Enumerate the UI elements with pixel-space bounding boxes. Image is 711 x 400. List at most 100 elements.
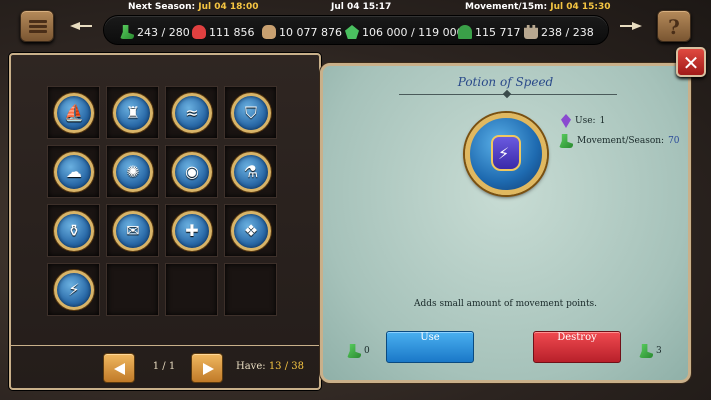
arrow-right-icon bbox=[620, 22, 642, 30]
resource-hats[interactable]: 115 717 bbox=[458, 24, 521, 40]
resource-value: 238 / 238 bbox=[541, 25, 594, 39]
item-count: Have: 13 / 38 bbox=[236, 361, 304, 372]
help-button[interactable]: ? bbox=[657, 10, 691, 42]
use-cost: 0 bbox=[347, 344, 370, 358]
potion-of-speed-item-icon: ⚡ bbox=[54, 270, 94, 310]
resource-value: 106 000 / 119 000 bbox=[362, 25, 464, 39]
armor-item-icon: ♜ bbox=[113, 93, 153, 133]
item-glyph: ⚱ bbox=[67, 221, 81, 240]
close-icon: ✕ bbox=[682, 51, 700, 75]
green-potion-item-icon: ⚗ bbox=[231, 152, 271, 192]
item-detail-panel: Potion of Speed ⚡ Use: 1 Movement/Season… bbox=[320, 63, 691, 383]
resource-boots[interactable]: 243 / 280 bbox=[120, 24, 190, 40]
title-ornament bbox=[502, 89, 512, 99]
resource-castles[interactable]: 238 / 238 bbox=[524, 24, 594, 40]
use-value: 1 bbox=[599, 116, 606, 126]
inventory-slot[interactable]: ⛉ bbox=[224, 86, 277, 139]
cloth-item-icon: ❖ bbox=[231, 211, 271, 251]
hat-icon bbox=[458, 25, 472, 39]
destroy-gain: 3 bbox=[639, 344, 662, 358]
use-label: Use: bbox=[575, 116, 596, 126]
inventory-slot[interactable]: ≈ bbox=[165, 86, 218, 139]
inventory-slot[interactable]: ⚗ bbox=[224, 145, 277, 198]
inventory-slot[interactable]: ✉ bbox=[106, 204, 159, 257]
panel-divider bbox=[11, 345, 319, 346]
item-glyph: ❖ bbox=[243, 221, 259, 240]
time-row: Next Season: Jul 04 18:00 Jul 04 15:17 M… bbox=[100, 2, 611, 14]
have-label: Have: bbox=[236, 361, 266, 372]
next-season: Next Season: Jul 04 18:00 bbox=[128, 2, 259, 12]
resource-bar: 243 / 280 111 856 10 077 876 106 000 / 1… bbox=[103, 15, 609, 45]
inventory-slot[interactable] bbox=[106, 263, 159, 316]
potion-of-speed-icon: ⚡ bbox=[465, 113, 547, 195]
arrow-left-icon bbox=[114, 363, 125, 375]
hamburger-icon bbox=[29, 20, 47, 34]
resource-gold[interactable]: 10 077 876 bbox=[262, 24, 342, 40]
current-time: Jul 04 15:17 bbox=[331, 2, 392, 12]
movement-season-value: 70 bbox=[668, 136, 680, 146]
resource-value: 243 / 280 bbox=[137, 25, 190, 39]
use-button[interactable]: Use bbox=[386, 331, 474, 363]
item-glyph: ⚡ bbox=[68, 280, 80, 299]
use-cost-value: 0 bbox=[364, 346, 370, 356]
brown-potion-item-icon: ⚱ bbox=[54, 211, 94, 251]
boot-icon bbox=[120, 25, 134, 39]
item-glyph: ≈ bbox=[185, 103, 199, 122]
destroy-gain-value: 3 bbox=[656, 346, 662, 356]
next-season-label: Next Season: bbox=[128, 2, 196, 12]
prev-page-button[interactable] bbox=[103, 353, 135, 383]
resource-hearts[interactable]: 111 856 bbox=[192, 24, 255, 40]
movement-season-label: Movement/Season: bbox=[577, 136, 665, 146]
help-icon: ? bbox=[668, 15, 680, 39]
movement-stat: Movement/Season: 70 bbox=[559, 134, 680, 148]
inventory-slot[interactable] bbox=[165, 263, 218, 316]
close-button[interactable]: ✕ bbox=[676, 47, 706, 77]
inventory-slot[interactable]: ❖ bbox=[224, 204, 277, 257]
arrow-right-icon bbox=[203, 363, 214, 375]
next-season-time: Jul 04 18:00 bbox=[198, 2, 259, 12]
inventory-slot[interactable]: ⛵ bbox=[47, 86, 100, 139]
arrow-left-icon bbox=[70, 22, 92, 30]
inventory-slot[interactable]: ⚡ bbox=[47, 263, 100, 316]
gem-icon bbox=[345, 25, 359, 39]
inventory-slot[interactable] bbox=[224, 263, 277, 316]
heal-potion-item-icon: ✚ bbox=[172, 211, 212, 251]
ship-item-icon: ⛵ bbox=[54, 93, 94, 133]
inventory-slot[interactable]: ☁ bbox=[47, 145, 100, 198]
movement-time: Jul 04 15:30 bbox=[550, 2, 611, 12]
boot-icon bbox=[559, 134, 573, 148]
page-indicator: 1 / 1 bbox=[152, 361, 176, 372]
movement-timer: Movement/15m: Jul 04 15:30 bbox=[465, 2, 611, 12]
boot-icon bbox=[347, 344, 361, 358]
heart-icon bbox=[192, 25, 206, 39]
destroy-button[interactable]: Destroy bbox=[533, 331, 621, 363]
inventory-panel: ⛵ ♜ ≈ ⛉ ☁ ✺ ◉ ⚗ ⚱ ✉ ✚ ❖ ⚡ 1 / 1 Have: 13 / 38 bbox=[9, 53, 321, 390]
item-glyph: ✚ bbox=[185, 221, 199, 240]
menu-button[interactable] bbox=[20, 10, 54, 42]
resource-value: 10 077 876 bbox=[279, 25, 342, 39]
inventory-slot[interactable]: ⚱ bbox=[47, 204, 100, 257]
use-stat: Use: 1 bbox=[561, 114, 605, 128]
inventory-slot[interactable]: ◉ bbox=[165, 145, 218, 198]
item-glyph: ♜ bbox=[125, 103, 141, 122]
carpet-item-icon: ≈ bbox=[172, 93, 212, 133]
resource-gems[interactable]: 106 000 / 119 000 bbox=[345, 24, 464, 40]
inventory-slot[interactable]: ✚ bbox=[165, 204, 218, 257]
item-title: Potion of Speed bbox=[457, 75, 554, 89]
lightning-icon: ⚡ bbox=[498, 144, 510, 163]
crystal-icon bbox=[561, 114, 571, 128]
item-glyph: ✺ bbox=[126, 162, 140, 181]
item-glyph: ⛵ bbox=[64, 103, 84, 122]
eye-item-icon: ◉ bbox=[172, 152, 212, 192]
movement-label: Movement/15m: bbox=[465, 2, 548, 12]
inventory-slot[interactable]: ♜ bbox=[106, 86, 159, 139]
resource-value: 111 856 bbox=[209, 25, 255, 39]
inventory-grid: ⛵ ♜ ≈ ⛉ ☁ ✺ ◉ ⚗ ⚱ ✉ ✚ ❖ ⚡ bbox=[47, 86, 283, 316]
item-glyph: ⛉ bbox=[244, 103, 257, 122]
item-glyph: ◉ bbox=[185, 162, 199, 181]
scroll-item-icon: ✉ bbox=[113, 211, 153, 251]
inventory-slot[interactable]: ✺ bbox=[106, 145, 159, 198]
compass-item-icon: ✺ bbox=[113, 152, 153, 192]
item-glyph: ☁ bbox=[66, 162, 82, 181]
next-page-button[interactable] bbox=[191, 353, 223, 383]
